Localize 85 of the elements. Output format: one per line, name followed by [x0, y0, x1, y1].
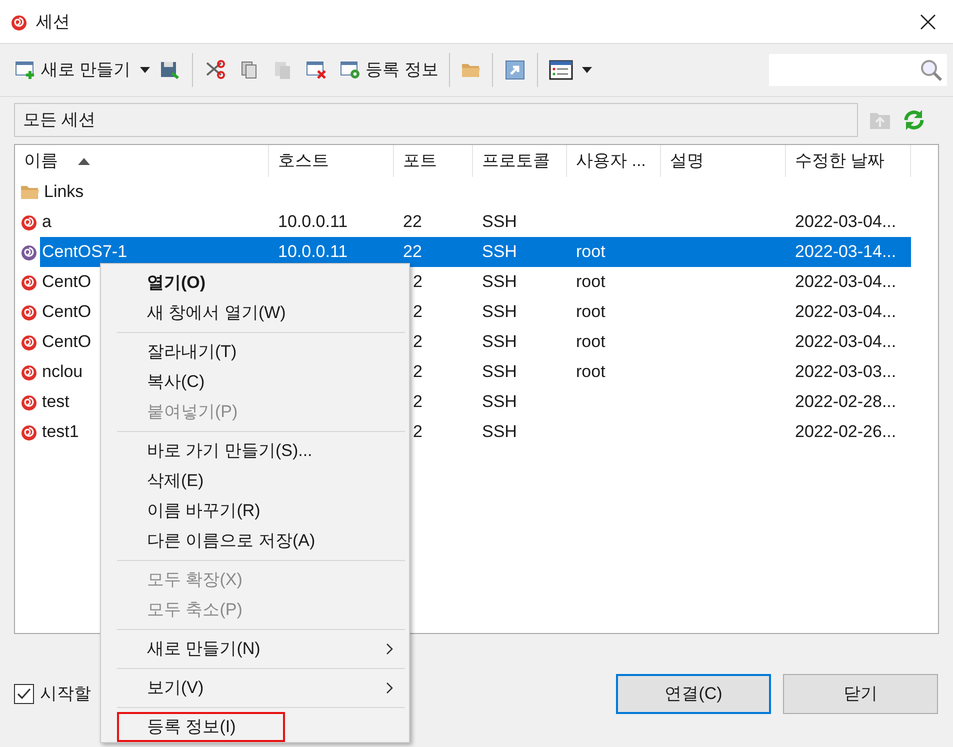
port-cell: 2 — [413, 302, 422, 322]
session-name[interactable]: Links — [42, 177, 86, 207]
checkbox-label: 시작할 — [40, 683, 91, 706]
date-cell: 2022-03-14... — [795, 242, 896, 262]
toolbar-button[interactable]: 등록 정보 — [336, 54, 442, 86]
close-icon — [920, 14, 936, 30]
menu-item[interactable]: 잘라내기(T) — [101, 337, 409, 367]
app-logo-icon — [10, 12, 28, 30]
date-cell: 2022-02-26... — [795, 422, 896, 442]
window-title: 세션 — [36, 10, 70, 33]
menu-item[interactable]: 새 창에서 열기(W) — [101, 298, 409, 328]
session-name[interactable]: a — [40, 207, 54, 237]
protocol-cell: SSH — [482, 302, 517, 322]
protocol-cell: SSH — [482, 272, 517, 292]
user-cell: root — [576, 302, 606, 322]
session-name[interactable]: test — [40, 387, 72, 417]
folder-icon — [20, 184, 40, 200]
session-name[interactable]: CentOS7-1 — [40, 237, 269, 267]
port-cell: 2 — [413, 332, 422, 352]
folder-icon — [461, 62, 482, 78]
protocol-cell: SSH — [482, 422, 517, 442]
refresh-icon[interactable] — [902, 108, 926, 132]
dialog-button[interactable]: 닫기 — [783, 674, 938, 714]
sort-ascending-icon — [78, 158, 90, 164]
spiral-icon — [20, 213, 38, 231]
save-icon — [158, 60, 181, 80]
user-cell: root — [576, 272, 606, 292]
checkmark-icon — [17, 688, 31, 700]
date-cell: 2022-03-04... — [795, 212, 896, 232]
date-cell: 2022-03-03... — [795, 362, 896, 382]
cut-icon — [204, 60, 226, 80]
menu-item[interactable]: 새로 만들기(N) — [101, 634, 409, 664]
search-field[interactable] — [769, 54, 947, 86]
date-cell: 2022-03-04... — [795, 302, 896, 322]
startup-checkbox[interactable] — [14, 684, 34, 704]
list-view-icon — [549, 60, 574, 80]
dialog-button[interactable]: 연결(C) — [616, 674, 771, 714]
menu-item[interactable]: 이름 바꾸기(R) — [101, 496, 409, 526]
date-cell: 2022-02-28... — [795, 392, 896, 412]
spiral-icon — [20, 393, 38, 411]
toolbar-button[interactable]: 새로 만들기 — [12, 54, 134, 86]
protocol-cell: SSH — [482, 332, 517, 352]
spiral-icon — [20, 423, 38, 441]
dropdown-caret-icon[interactable] — [140, 67, 150, 73]
host-cell: 10.0.0.11 — [278, 212, 348, 232]
protocol-cell: SSH — [482, 242, 517, 262]
window-gear-icon — [340, 60, 362, 80]
menu-item[interactable]: 바로 가기 만들기(S)... — [101, 436, 409, 466]
session-name[interactable]: test1 — [40, 417, 81, 447]
session-name[interactable]: CentO — [40, 297, 94, 327]
port-cell: 2 — [413, 422, 422, 442]
session-name[interactable]: CentO — [40, 267, 94, 297]
protocol-cell: SSH — [482, 392, 517, 412]
menu-item[interactable]: 복사(C) — [101, 367, 409, 397]
user-cell: root — [576, 242, 606, 262]
session-name[interactable]: nclou — [40, 357, 85, 387]
host-cell: 10.0.0.11 — [278, 242, 348, 262]
menu-item[interactable]: 삭제(E) — [101, 466, 409, 496]
search-icon — [919, 58, 943, 82]
port-cell: 22 — [403, 212, 422, 232]
user-cell: root — [576, 332, 606, 352]
filter-field[interactable]: 모든 세션 — [14, 102, 858, 136]
protocol-cell: SSH — [482, 212, 517, 232]
menu-item[interactable]: 보기(V) — [101, 673, 409, 703]
spiral-icon — [20, 273, 38, 291]
new-window-icon — [15, 60, 37, 80]
menu-item[interactable]: 등록 정보(I) — [117, 712, 285, 742]
port-cell: 2 — [413, 272, 422, 292]
port-cell: 22 — [403, 242, 422, 262]
port-cell: 2 — [413, 392, 422, 412]
menu-item[interactable]: 열기(O) — [101, 268, 409, 298]
protocol-cell: SSH — [482, 362, 517, 382]
delete-window-icon — [306, 60, 328, 80]
spiral-icon — [20, 333, 38, 351]
session-name[interactable]: CentO — [40, 327, 94, 357]
user-cell: root — [576, 362, 606, 382]
spiral-icon — [20, 303, 38, 321]
date-cell: 2022-03-04... — [795, 272, 896, 292]
menu-item[interactable]: 다른 이름으로 저장(A) — [101, 526, 409, 556]
shortcut-icon — [504, 60, 526, 80]
dropdown-caret-icon[interactable] — [582, 67, 592, 73]
port-cell: 2 — [413, 362, 422, 382]
spiral-icon — [20, 243, 38, 261]
spiral-icon — [20, 363, 38, 381]
date-cell: 2022-03-04... — [795, 332, 896, 352]
